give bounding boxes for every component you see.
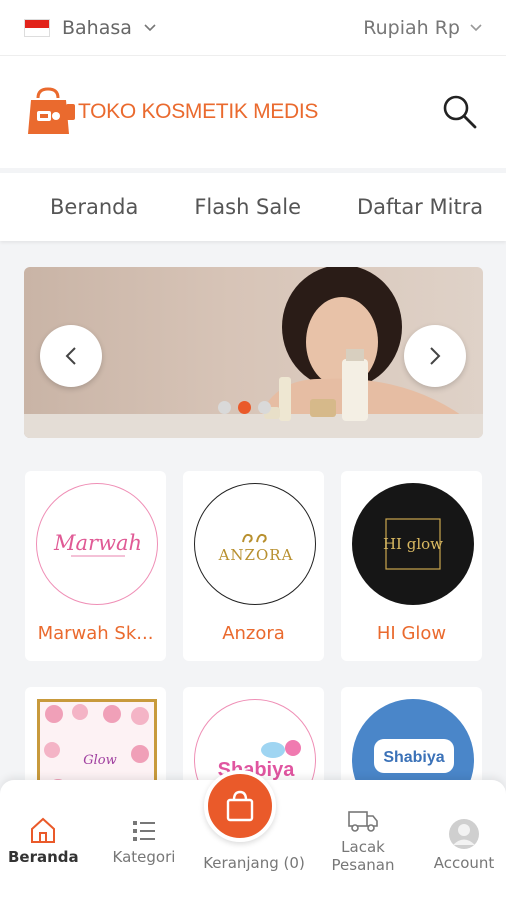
top-bar: Bahasa Rupiah Rp [0,0,506,56]
pagination-dot-active[interactable] [238,401,251,414]
chevron-down-icon [470,23,482,31]
header: TOKO KOSMETIK MEDIS [0,56,506,168]
nav-keranjang[interactable]: Keranjang (0) [196,854,312,872]
pagination-dot[interactable] [258,401,271,414]
svg-text:ANZORA: ANZORA [218,546,294,564]
currency-selector[interactable]: Rupiah Rp [363,17,482,39]
brand-card-anzora[interactable]: ANZORA Anzora [183,471,324,661]
banner-prev-button[interactable] [40,325,102,387]
svg-text:Glow: Glow [83,753,117,768]
nav-lacak-pesanan[interactable]: Lacak Pesanan [326,808,400,874]
svg-text:Marwah: Marwah [53,531,142,555]
chevron-left-icon [65,347,76,365]
nav-account[interactable]: Account [428,818,500,872]
nav-beranda[interactable]: Beranda [8,816,79,866]
brand-card-hi-glow[interactable]: HI glow HI Glow [341,471,482,661]
brand-card-marwah[interactable]: Marwah Marwah Sk... [25,471,166,661]
shopping-bag-icon [226,790,254,822]
tab-beranda[interactable]: Beranda [0,195,138,219]
hi-glow-logo: HI glow [352,483,474,605]
svg-text:HI glow: HI glow [383,535,443,553]
banner-next-button[interactable] [404,325,466,387]
chevron-right-icon [430,347,441,365]
currency-label: Rupiah Rp [363,16,460,39]
brand-name: TOKO KOSMETIK MEDIS [78,100,319,123]
home-icon [31,817,55,843]
brand-name-label: HI Glow [376,623,447,644]
nav-tabs: Beranda Flash Sale Daftar Mitra [0,173,506,241]
anzora-logo: ANZORA [194,483,316,605]
nav-kategori[interactable]: Kategori [108,818,180,866]
chevron-down-icon [144,23,156,31]
brand-logo[interactable]: TOKO KOSMETIK MEDIS [26,86,318,138]
brand-name-label: Anzora [222,623,285,644]
shopping-bag-logo-icon [28,87,75,134]
svg-text:Shabiya: Shabiya [383,749,444,766]
avatar-icon [449,819,479,849]
tab-daftar-mitra[interactable]: Daftar Mitra [301,195,483,219]
category-list-icon [133,821,155,841]
pagination-dot[interactable] [218,401,231,414]
cart-button[interactable] [204,770,276,842]
delivery-truck-icon [348,811,378,832]
search-icon [443,95,477,129]
language-selector[interactable]: Bahasa [24,17,156,39]
banner-pagination [218,401,271,414]
search-button[interactable] [440,92,480,132]
indonesia-flag-icon [24,18,50,37]
marwah-logo: Marwah [36,483,158,605]
language-label: Bahasa [62,16,132,39]
tab-flash-sale[interactable]: Flash Sale [138,195,301,219]
brand-name-label: Marwah Sk... [37,623,154,644]
